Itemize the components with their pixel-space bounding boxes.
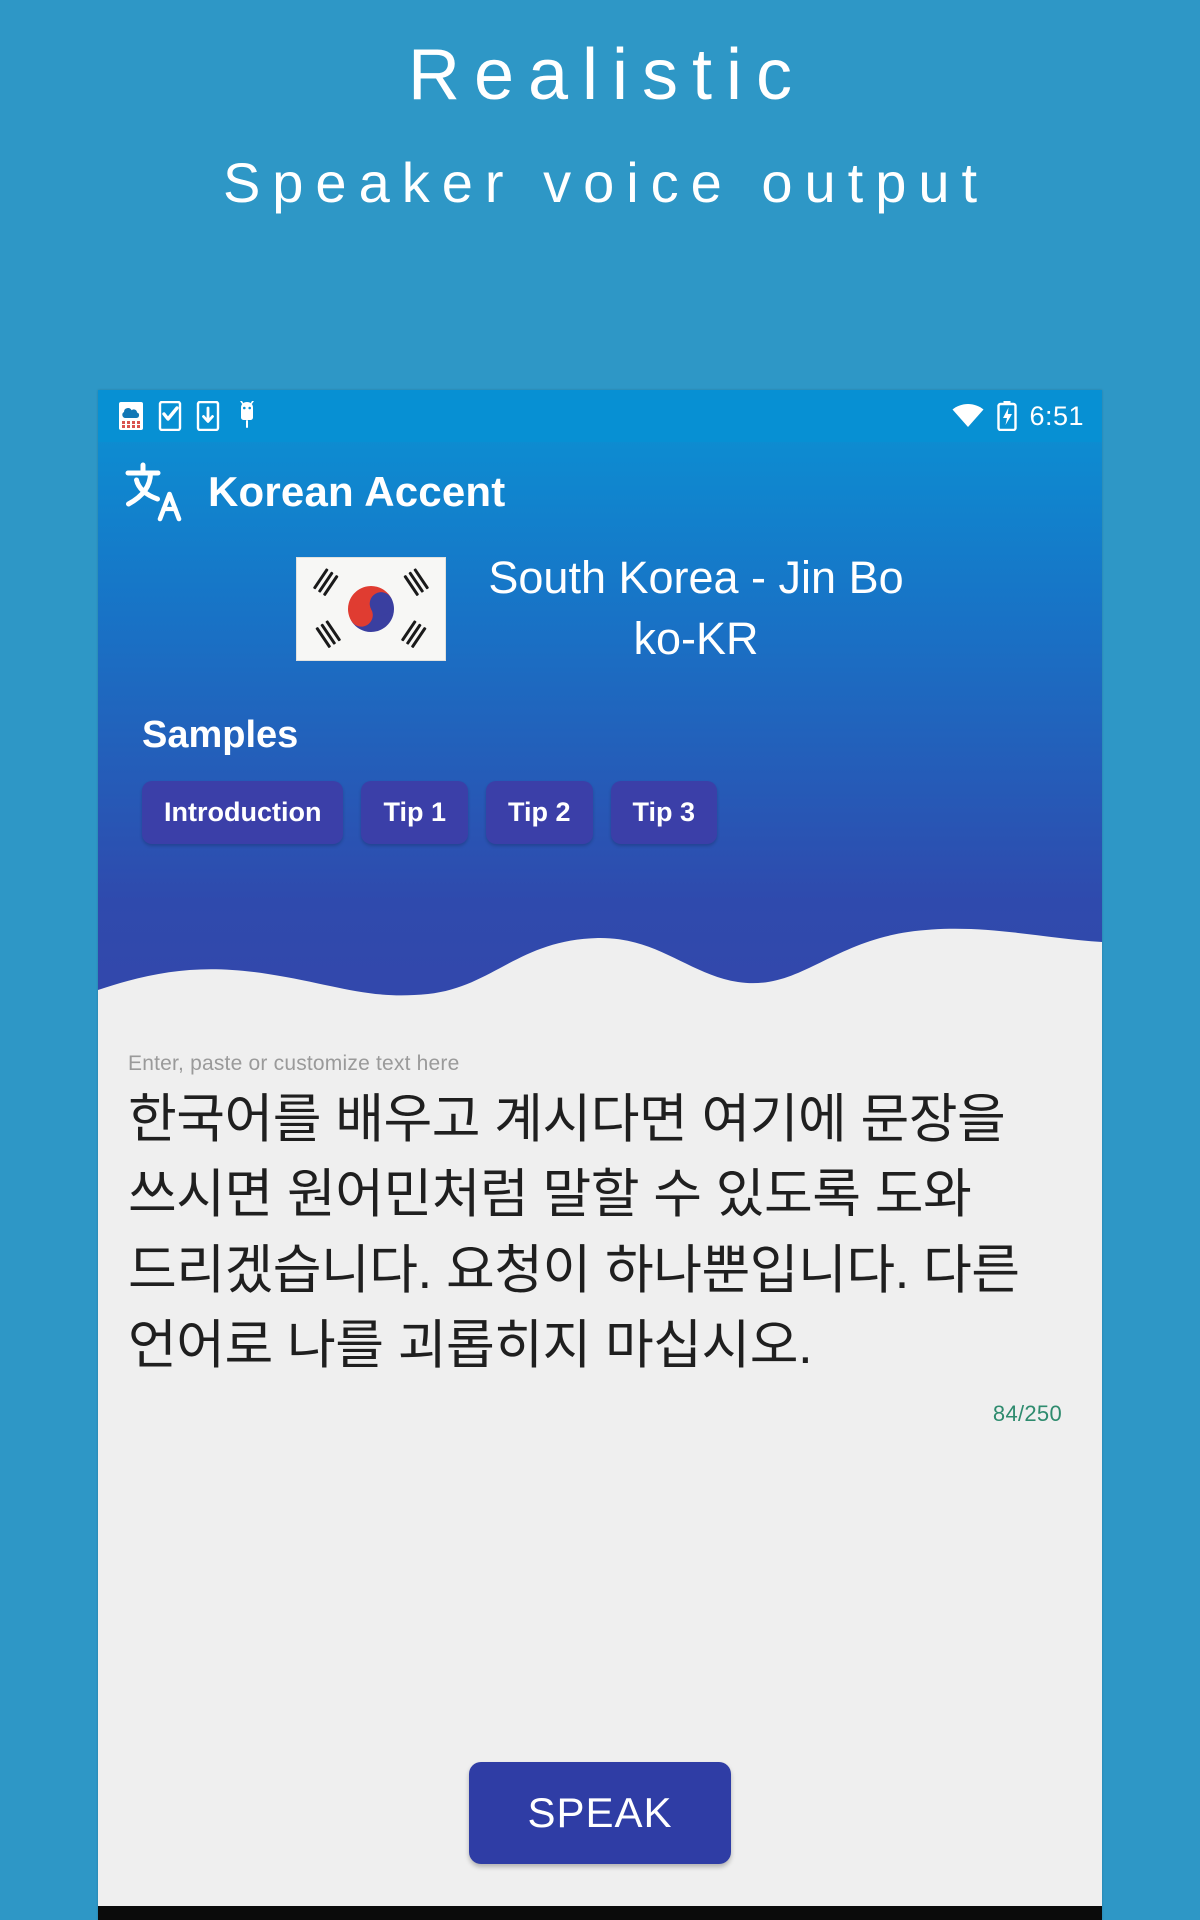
phone-screenshot: 6:51 Korean Accent South Korea - Jin Bo … [98, 390, 1102, 1920]
wave-divider [98, 928, 1102, 1030]
speak-button[interactable]: SPEAK [469, 1762, 731, 1864]
status-bar: 6:51 [98, 390, 1102, 442]
samples-heading: Samples [142, 713, 299, 756]
sample-chip-tip-3[interactable]: Tip 3 [610, 780, 718, 844]
text-editor-area[interactable]: Enter, paste or customize text here 한국어를… [98, 1030, 1102, 1427]
samples-section: Samples Introduction Tip 1 Tip 2 Tip 3 [98, 670, 1102, 844]
weather-widget-icon [119, 402, 143, 430]
voice-name: South Korea - Jin Bo [488, 552, 904, 603]
promo-banner: Realistic Speaker voice output [0, 0, 1200, 212]
character-counter: 84/250 [992, 1401, 1062, 1426]
trigram-bottom-right [401, 619, 429, 650]
editor-hint-label: Enter, paste or customize text here [128, 1052, 460, 1075]
app-header: 6:51 Korean Accent South Korea - Jin Bo … [98, 390, 1102, 1030]
trigram-bottom-left [313, 619, 342, 650]
trigram-top-right [401, 567, 430, 598]
translate-icon [125, 462, 182, 522]
status-bar-right-icons: 6:51 [951, 401, 1084, 431]
sample-chip-tip-2[interactable]: Tip 2 [486, 780, 593, 844]
selected-voice-row[interactable]: South Korea - Jin Bo ko-KR [98, 528, 1102, 670]
system-navigation-bar [98, 1906, 1102, 1920]
promo-title: Realistic [407, 35, 807, 115]
promo-subtitle: Speaker voice output [222, 150, 990, 214]
speak-button-container: SPEAK [98, 1762, 1102, 1864]
editor-text-value[interactable]: 한국어를 배우고 계시다면 여기에 문장을 쓰시면 원어민처럼 말할 수 있도록… [128, 1082, 1074, 1383]
task-checklist-icon [158, 401, 182, 431]
status-bar-clock: 6:51 [1029, 400, 1084, 431]
battery-charging-icon [997, 401, 1018, 431]
wifi-icon [952, 404, 984, 427]
trigram-top-left [313, 567, 341, 598]
app-bar: Korean Accent [98, 442, 1102, 528]
sample-chip-tip-1[interactable]: Tip 1 [361, 780, 468, 844]
sample-chip-introduction[interactable]: Introduction [142, 780, 344, 844]
voice-labels: South Korea - Jin Bo ko-KR [488, 548, 903, 670]
south-korea-flag-icon [296, 556, 447, 661]
download-icon [196, 401, 220, 431]
app-title: Korean Accent [208, 468, 506, 515]
android-robot-icon [240, 401, 254, 428]
sample-chip-list: Introduction Tip 1 Tip 2 Tip 3 [142, 780, 1102, 844]
voice-locale-code: ko-KR [633, 612, 759, 664]
status-bar-left-icons [118, 401, 260, 431]
taeguk-symbol [339, 577, 403, 641]
